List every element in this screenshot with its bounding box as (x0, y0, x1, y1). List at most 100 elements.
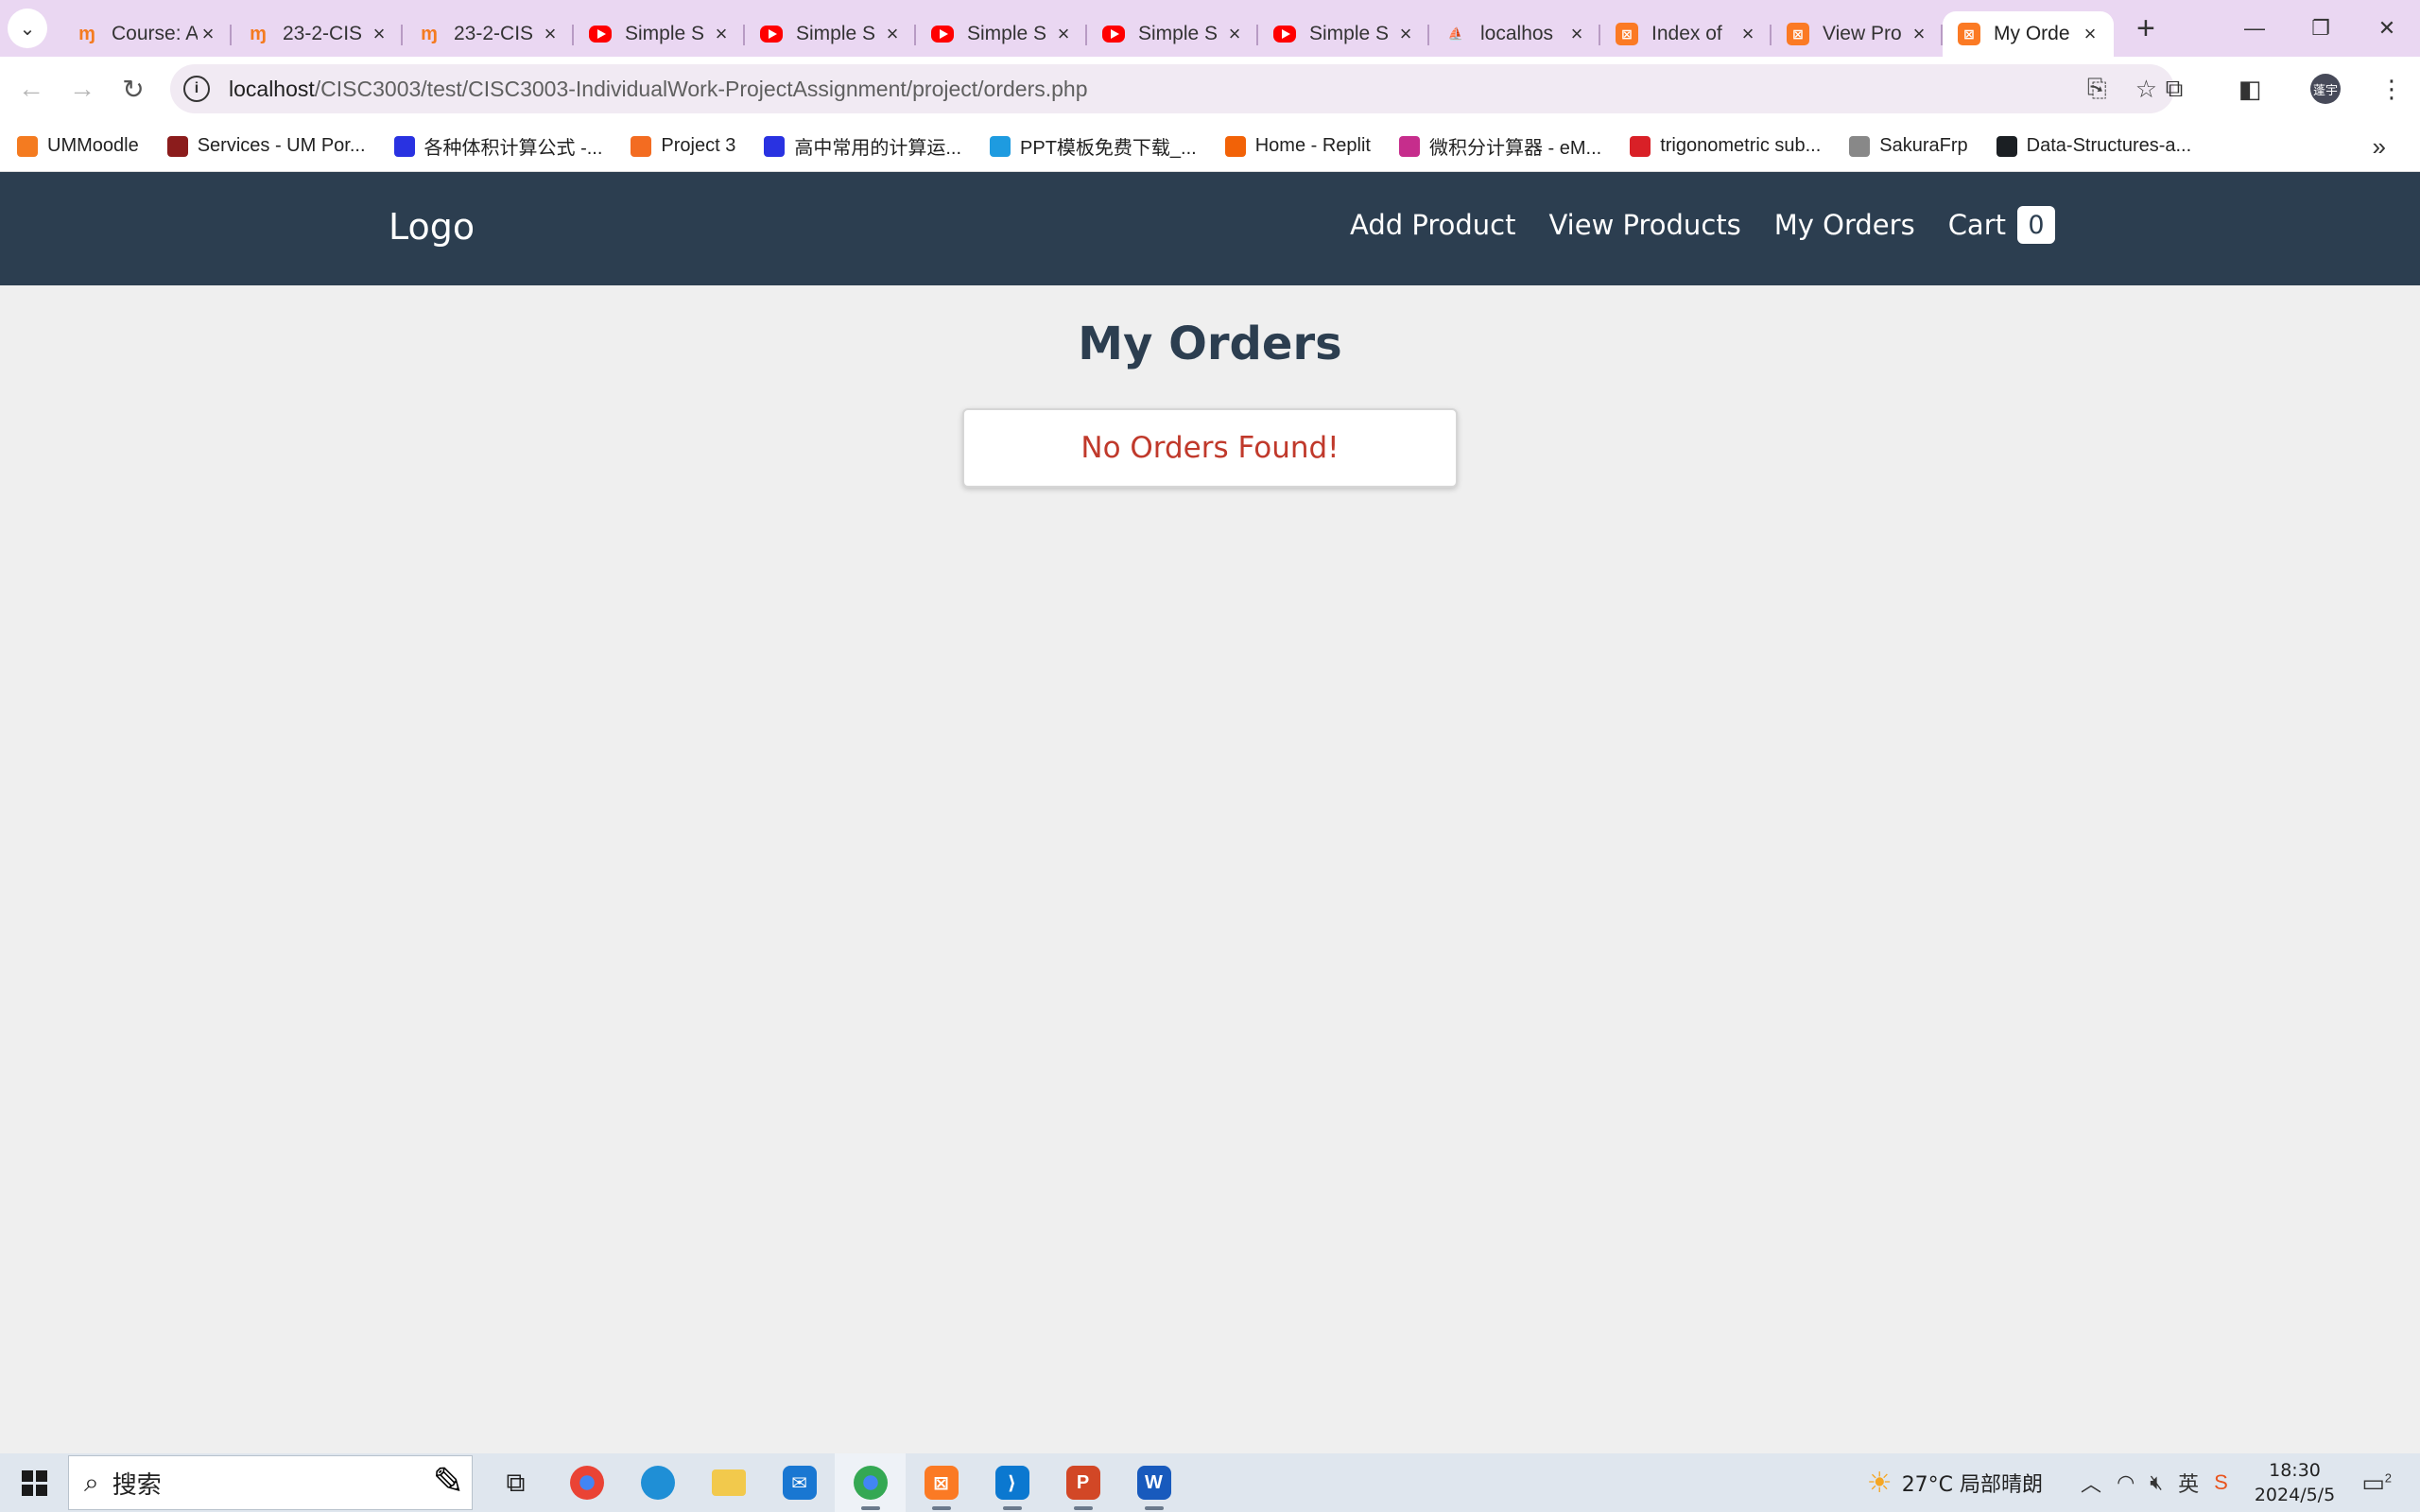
chrome-icon[interactable] (551, 1453, 622, 1512)
reload-button[interactable]: ↻ (108, 63, 159, 114)
bookmark-item[interactable]: UMMoodle (17, 135, 139, 157)
minimize-button[interactable]: — (2221, 0, 2288, 57)
browser-tab[interactable]: Simple S × (745, 11, 916, 57)
sogou-icon[interactable]: S (2214, 1470, 2228, 1495)
taskbar-search-placeholder: 搜索 (112, 1470, 162, 1500)
word-icon[interactable]: W (1118, 1453, 1189, 1512)
show-hidden-icons[interactable]: ︿ (2081, 1468, 2101, 1498)
browser-tab[interactable]: ɱ 23-2-CIS × (232, 11, 403, 57)
ime-icon[interactable]: 英 (2178, 1468, 2199, 1498)
site-logo[interactable]: Logo (389, 206, 475, 248)
youtube-icon (589, 26, 612, 43)
bookmarks-overflow-icon[interactable]: » (2373, 132, 2386, 162)
bookmark-label: PPT模板免费下载_... (1020, 138, 1197, 159)
task-view-icon[interactable]: ⧉ (480, 1453, 551, 1512)
close-tab-icon[interactable]: × (198, 22, 218, 46)
close-tab-icon[interactable]: × (882, 22, 903, 46)
browser-tab[interactable]: ɱ Course: A × (60, 11, 232, 57)
browser-tab[interactable]: ⊠ Index of × (1600, 11, 1772, 57)
side-panel-icon[interactable]: ◧ (2212, 75, 2288, 104)
wifi-icon[interactable]: ◠ (2117, 1470, 2135, 1495)
bookmark-item[interactable]: Services - UM Por... (166, 135, 366, 157)
back-button[interactable]: ← (6, 63, 57, 114)
browser-tab[interactable]: ⊠ View Pro × (1772, 11, 1943, 57)
browser-tab[interactable]: Simple S × (1087, 11, 1258, 57)
translate-icon[interactable]: ⎘ (2087, 74, 2107, 104)
bookmark-label: Home - Replit (1254, 135, 1371, 156)
bookmark-item[interactable]: SakuraFrp (1849, 135, 1968, 157)
clock-date: 2024/5/5 (2254, 1485, 2336, 1505)
weather-widget[interactable]: ☀ 27°C 局部晴朗 (1867, 1467, 2043, 1500)
browser-tab[interactable]: Simple S × (574, 11, 745, 57)
close-tab-icon[interactable]: × (1737, 22, 1758, 46)
tab-title: localhos (1480, 23, 1554, 44)
powerpoint-icon[interactable]: P (1047, 1453, 1118, 1512)
start-button[interactable] (0, 1453, 68, 1512)
menu-dots-icon[interactable]: ⋮ (2363, 75, 2420, 104)
clock[interactable]: 18:30 2024/5/5 (2255, 1458, 2335, 1507)
close-tab-icon[interactable]: × (369, 22, 389, 46)
youtube-icon (1102, 26, 1125, 43)
edge-icon[interactable] (622, 1453, 693, 1512)
browser-toolbar: ← → ↻ i localhost/CISC3003/test/CISC3003… (0, 57, 2420, 121)
bookmark-item[interactable]: Project 3 (631, 135, 735, 157)
close-tab-icon[interactable]: × (1566, 22, 1587, 46)
close-tab-icon[interactable]: × (540, 22, 561, 46)
bookmark-label: 高中常用的计算运... (794, 138, 962, 159)
close-tab-icon[interactable]: × (1395, 22, 1416, 46)
bookmark-item[interactable]: Data-Structures-a... (1996, 135, 2191, 157)
toolbar-actions: ⧉ ◧ 蓬宇 ⋮ (2136, 57, 2420, 121)
nav-add-product[interactable]: Add Product (1350, 209, 1515, 241)
replit-icon (1224, 135, 1246, 157)
bookmark-item[interactable]: PPT模板免费下载_... (990, 132, 1197, 160)
tab-title: 23-2-CIS (454, 23, 534, 44)
emath-icon (1398, 135, 1420, 157)
profile-button[interactable]: 蓬宇 (2288, 74, 2363, 104)
nav-view-products[interactable]: View Products (1548, 209, 1740, 241)
browser-tab[interactable]: Simple S × (1258, 11, 1429, 57)
page-title: My Orders (1078, 318, 1342, 370)
youpin-icon (990, 135, 1011, 157)
chrome-profile-icon[interactable] (835, 1453, 906, 1512)
bookmark-label: SakuraFrp (1879, 135, 1968, 156)
close-tab-icon[interactable]: × (1053, 22, 1074, 46)
browser-tab[interactable]: ⊠ My Orde × (1943, 11, 2114, 57)
mail-icon[interactable]: ✉ (764, 1453, 835, 1512)
youtube-icon (760, 26, 783, 43)
nav-my-orders[interactable]: My Orders (1774, 209, 1915, 241)
bookmark-item[interactable]: 各种体积计算公式 -... (393, 132, 602, 160)
url-text[interactable]: localhost/CISC3003/test/CISC3003-Individ… (229, 77, 1088, 102)
browser-tab[interactable]: ɱ 23-2-CIS × (403, 11, 574, 57)
close-tab-icon[interactable]: × (711, 22, 732, 46)
avatar: 蓬宇 (2310, 74, 2341, 104)
vscode-icon[interactable]: ⟩ (977, 1453, 1047, 1512)
close-tab-icon[interactable]: × (1224, 22, 1245, 46)
bookmark-label: Services - UM Por... (197, 135, 366, 156)
extensions-icon[interactable]: ⧉ (2136, 74, 2212, 104)
tab-search-button[interactable]: ⌄ (8, 9, 47, 48)
close-tab-icon[interactable]: × (2080, 22, 2100, 46)
bookmark-item[interactable]: Home - Replit (1224, 135, 1371, 157)
restore-button[interactable]: ❐ (2288, 0, 2354, 57)
volume-muted-icon[interactable]: 🔇︎ (2150, 1470, 2163, 1495)
close-window-button[interactable]: ✕ (2354, 0, 2420, 57)
file-explorer-icon[interactable] (693, 1453, 764, 1512)
um-icon (166, 135, 188, 157)
xampp-icon: ⊠ (1958, 23, 1980, 45)
notification-center-icon[interactable]: ▭2 (2361, 1469, 2392, 1498)
browser-tab[interactable]: Simple S × (916, 11, 1087, 57)
bookmark-item[interactable]: 高中常用的计算运... (764, 132, 961, 160)
github-icon (1996, 135, 2017, 157)
bookmark-item[interactable]: trigonometric sub... (1630, 135, 1821, 157)
xampp-icon[interactable]: ⊠ (906, 1453, 977, 1512)
taskbar-search[interactable]: ⌕ 搜索 ✎ (68, 1455, 473, 1510)
address-bar[interactable]: i localhost/CISC3003/test/CISC3003-Indiv… (170, 64, 2174, 113)
site-info-icon[interactable]: i (183, 76, 210, 102)
new-tab-button[interactable]: + (2136, 10, 2155, 47)
forward-button[interactable]: → (57, 63, 108, 114)
close-tab-icon[interactable]: × (1909, 22, 1929, 46)
browser-tab[interactable]: ⛵ localhos × (1429, 11, 1600, 57)
site-navbar: Logo Add Product View Products My Orders… (0, 172, 2420, 285)
nav-cart[interactable]: Cart 0 (1948, 206, 2056, 244)
bookmark-item[interactable]: 微积分计算器 - eM... (1398, 132, 1601, 160)
